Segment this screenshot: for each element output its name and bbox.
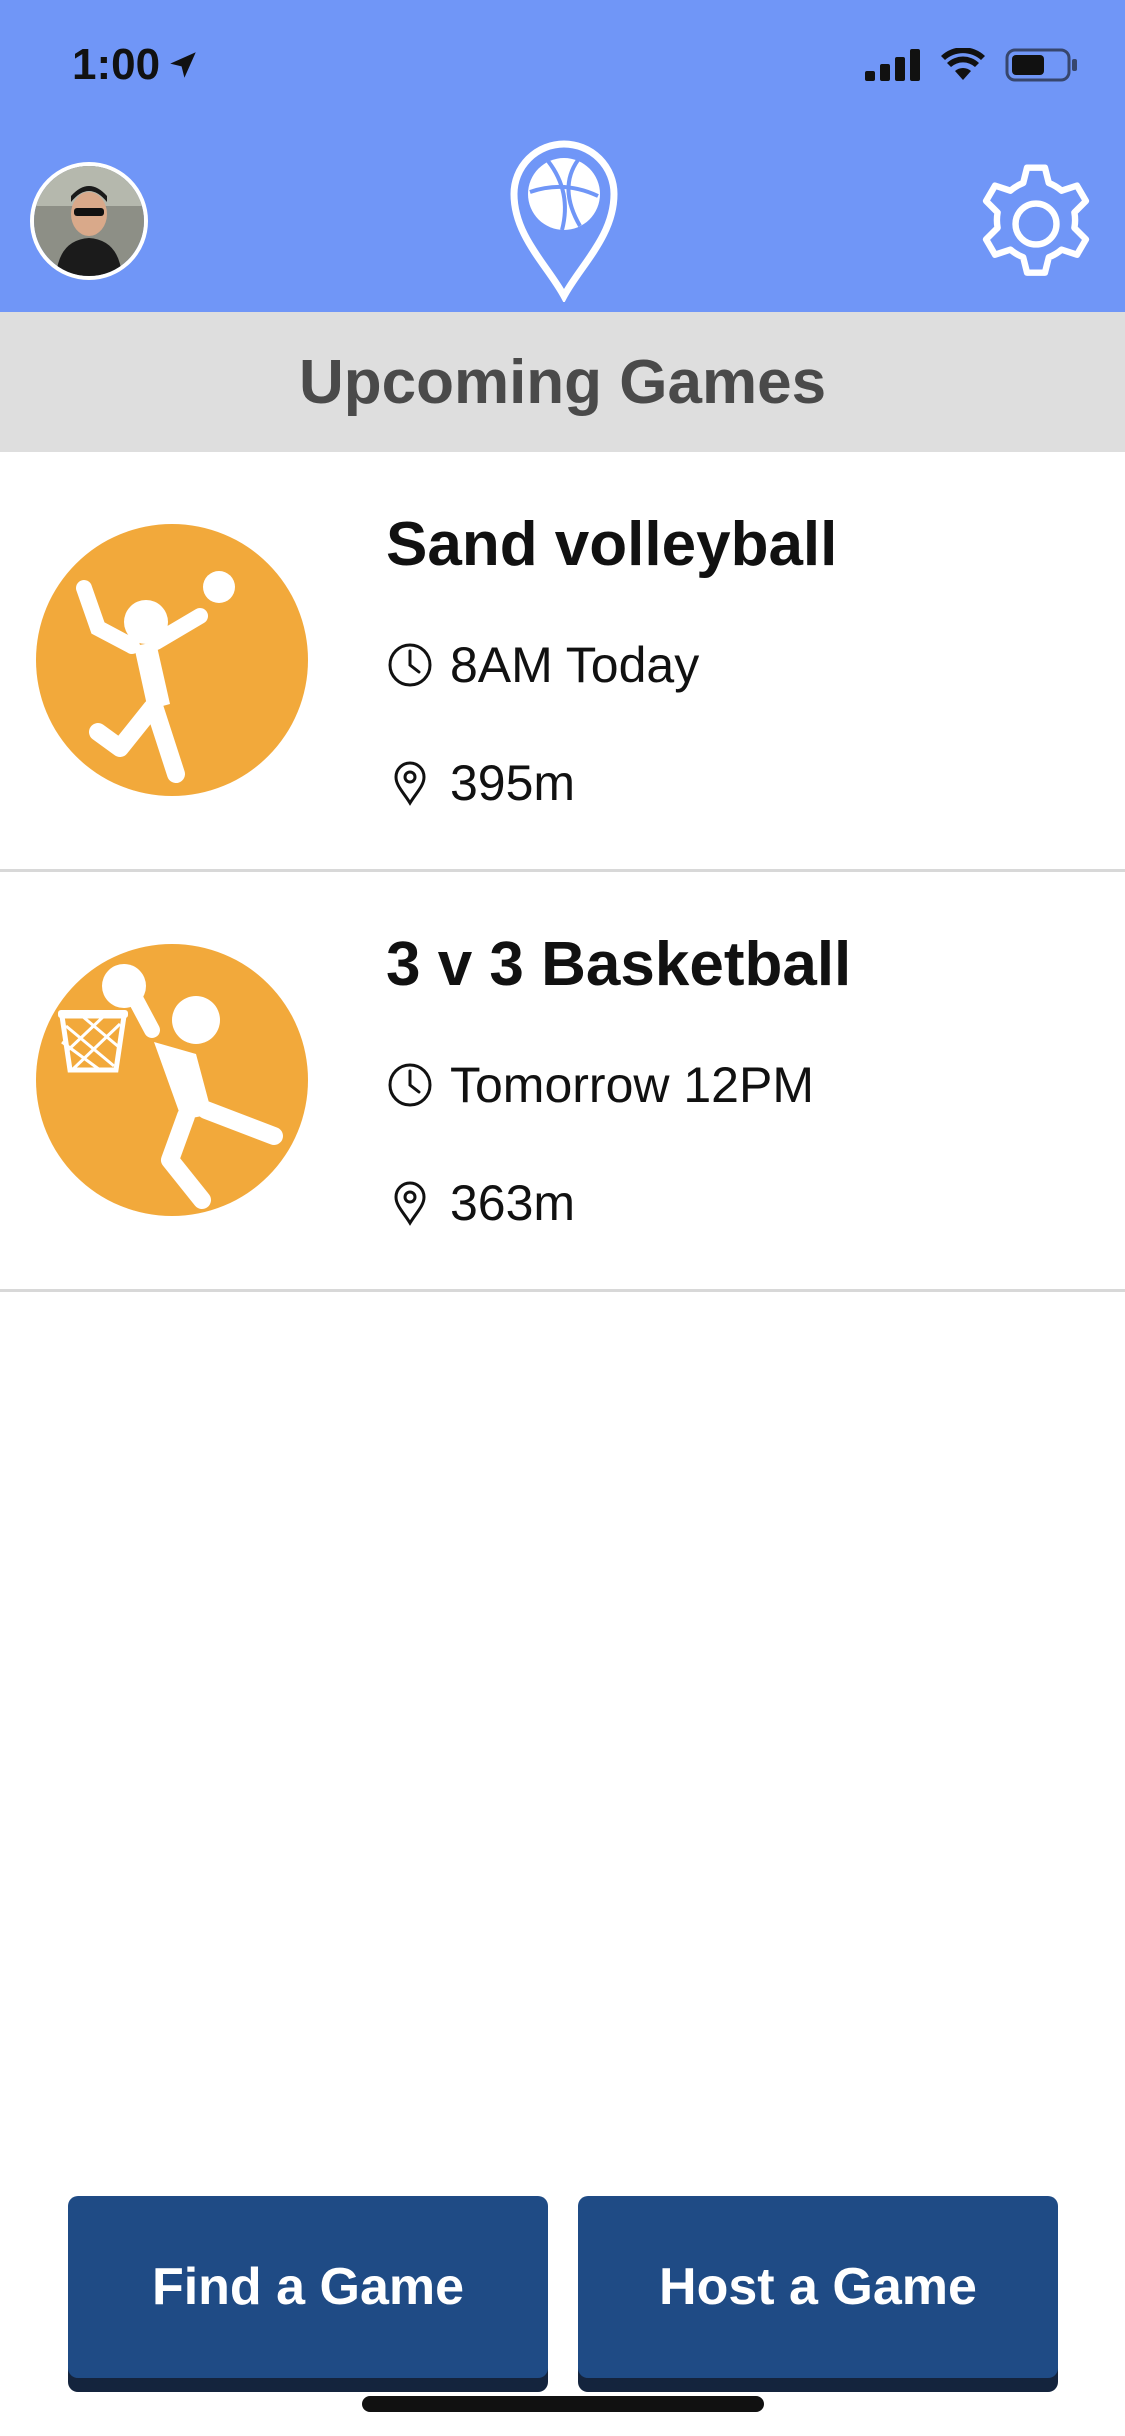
status-time-text: 1:00 [72,40,161,89]
game-card[interactable]: 3 v 3 Basketball Tomorrow 12PM 363m [0,872,1125,1292]
game-info: 3 v 3 Basketball Tomorrow 12PM 363m [386,934,851,1232]
game-time: Tomorrow 12PM [386,1056,851,1114]
find-game-label: Find a Game [151,2258,465,2316]
host-game-button[interactable]: Host a Game [578,2196,1058,2378]
section-header: Upcoming Games [0,312,1125,452]
avatar-photo [34,166,144,276]
status-icons [865,48,1079,82]
game-time-text: Tomorrow 12PM [450,1057,814,1113]
signal-icon [865,49,920,81]
avatar[interactable] [30,162,148,280]
game-distance: 395m [386,754,837,812]
home-indicator [362,2396,764,2412]
clock-icon [388,643,432,687]
game-info: Sand volleyball 8AM Today 395m [386,514,837,812]
host-game-label: Host a Game [659,2258,977,2316]
location-pin-icon [394,1181,426,1226]
volleyball-player-icon [36,524,308,796]
battery-icon [1005,48,1077,82]
game-distance-text: 363m [450,1175,576,1231]
section-title: Upcoming Games [298,347,827,417]
app-header: 1:00 [0,0,1125,312]
find-game-button[interactable]: Find a Game [68,2196,548,2378]
game-distance-text: 395m [450,755,576,811]
location-arrow-icon [170,52,196,78]
game-title: Sand volleyball [386,510,838,579]
game-distance: 363m [386,1174,851,1232]
game-time: 8AM Today [386,636,837,694]
location-pin-icon [394,761,426,806]
basketball-pin-icon [510,140,618,302]
clock-icon [388,1063,432,1107]
wifi-icon [941,48,985,80]
game-title: 3 v 3 Basketball [386,930,852,999]
game-time-text: 8AM Today [450,637,700,693]
status-time: 1:00 [72,40,200,90]
gear-icon[interactable] [972,160,1100,288]
basketball-player-icon [36,944,308,1216]
game-card[interactable]: Sand volleyball 8AM Today 395m [0,452,1125,872]
